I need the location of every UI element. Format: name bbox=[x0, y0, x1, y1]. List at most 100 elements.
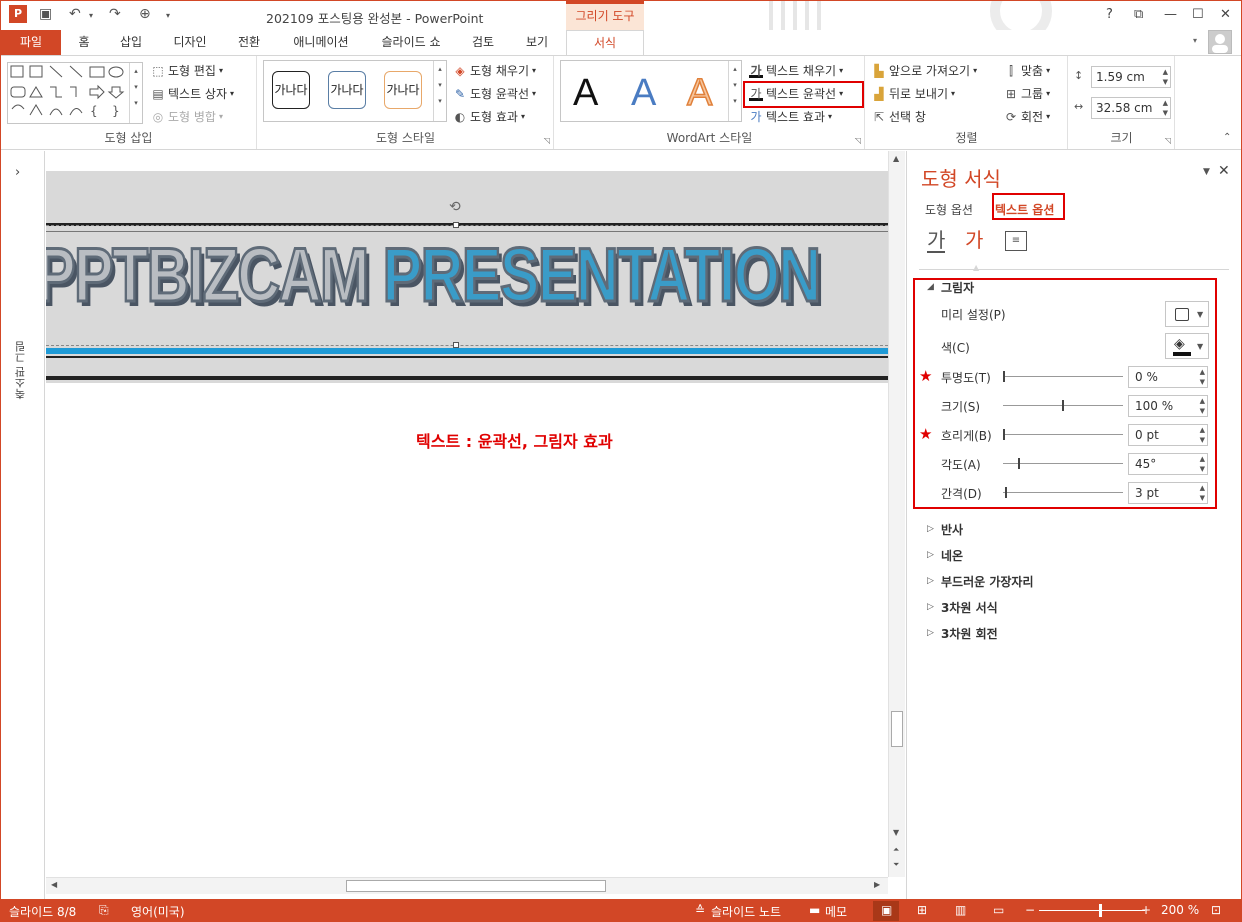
text-effects-button[interactable]: 가 텍스트 효과 ▾ bbox=[749, 108, 832, 125]
transparency-input[interactable]: 0 % ▲ ▼ bbox=[1128, 366, 1208, 388]
tab-insert[interactable]: 삽입 bbox=[111, 30, 151, 55]
size-input[interactable]: 100 % ▲ ▼ bbox=[1128, 395, 1208, 417]
reflection-section-header[interactable]: 반사 bbox=[941, 521, 963, 538]
comments-button[interactable]: 메모 bbox=[825, 903, 847, 920]
resize-handle[interactable] bbox=[453, 222, 459, 228]
comments-icon[interactable]: ▬ bbox=[809, 903, 820, 917]
thumbnail-pane-collapsed[interactable]: › 축소판 그림 bbox=[1, 151, 45, 899]
spell-check-icon[interactable]: ⎘ bbox=[99, 903, 109, 918]
pane-close-icon[interactable]: ✕ bbox=[1218, 163, 1230, 179]
wordart-styles-gallery[interactable]: A A A ▴ ▾ ▾ bbox=[560, 60, 742, 122]
spin-arrows-icon[interactable]: ▲ ▼ bbox=[1200, 396, 1205, 416]
scroll-thumb[interactable] bbox=[346, 880, 606, 892]
collapse-ribbon-icon[interactable]: ⌃ bbox=[1223, 132, 1231, 143]
wordart-styles-scroll[interactable]: ▴ ▾ ▾ bbox=[728, 61, 741, 121]
slider-knob[interactable] bbox=[1003, 429, 1005, 440]
text-effects-icon[interactable]: 가 bbox=[965, 229, 983, 251]
tab-home[interactable]: 홈 bbox=[69, 30, 99, 55]
align-button[interactable]: ⫿ 맞춤 ▾ bbox=[1004, 62, 1050, 79]
notes-button[interactable]: 슬라이드 노트 bbox=[711, 903, 781, 920]
rotate-button[interactable]: ⟳ 회전 ▾ bbox=[1004, 108, 1050, 125]
shadow-color-dropdown[interactable]: ◈ ▼ bbox=[1165, 333, 1209, 359]
zoom-slider[interactable] bbox=[1039, 910, 1145, 911]
language-indicator[interactable]: 영어(미국) bbox=[131, 903, 185, 920]
horizontal-scrollbar[interactable]: ◀ ▶ bbox=[46, 877, 888, 894]
bring-forward-button[interactable]: ▙ 앞으로 가져오기 ▾ bbox=[872, 62, 977, 79]
zoom-in-icon[interactable]: + bbox=[1141, 903, 1151, 917]
group-button[interactable]: ⊞ 그룹 ▾ bbox=[1004, 85, 1050, 102]
spin-arrows-icon[interactable]: ▲ ▼ bbox=[1200, 483, 1205, 503]
expand-triangle-icon[interactable]: ▷ bbox=[927, 550, 934, 560]
resize-handle[interactable] bbox=[453, 342, 459, 348]
transparency-slider[interactable] bbox=[1003, 371, 1123, 382]
slider-knob[interactable] bbox=[1062, 400, 1064, 411]
ribbon-display-options-icon[interactable]: ⧉ bbox=[1134, 7, 1143, 22]
tab-format[interactable]: 서식 bbox=[566, 30, 644, 55]
glow-section-header[interactable]: 네온 bbox=[941, 547, 963, 564]
shapes-gallery[interactable]: {} ▴ ▾ ▾ bbox=[7, 62, 143, 124]
start-slideshow-icon[interactable]: ⊕ bbox=[139, 6, 151, 22]
spin-arrows-icon[interactable]: ▲ ▼ bbox=[1200, 454, 1205, 474]
customize-qat-icon[interactable]: ▾ bbox=[166, 11, 170, 20]
undo-icon[interactable]: ↶ bbox=[69, 6, 81, 22]
collapse-triangle-icon[interactable]: ◢ bbox=[927, 282, 934, 292]
shape-style-sample[interactable]: 가나다 bbox=[384, 71, 422, 109]
slideshow-view-icon[interactable]: ▭ bbox=[993, 903, 1004, 917]
wordart-sample-black[interactable]: A bbox=[573, 73, 598, 113]
dialog-launcher-icon[interactable]: ◹ bbox=[1165, 136, 1171, 145]
zoom-out-icon[interactable]: − bbox=[1025, 903, 1035, 917]
tab-slideshow[interactable]: 슬라이드 쇼 bbox=[371, 30, 451, 55]
text-fill-button[interactable]: 가 텍스트 채우기 ▾ bbox=[749, 62, 843, 79]
shape-styles-gallery[interactable]: 가나다 가나다 가나다 ▴ ▾ ▾ bbox=[263, 60, 447, 122]
save-icon[interactable]: ▣ bbox=[39, 6, 52, 22]
slide-sorter-icon[interactable]: ⊞ bbox=[917, 903, 927, 917]
scroll-thumb[interactable] bbox=[891, 711, 903, 747]
account-dropdown-icon[interactable]: ▾ bbox=[1193, 36, 1197, 45]
3d-rotation-section-header[interactable]: 3차원 회전 bbox=[941, 625, 998, 642]
notes-icon[interactable]: ≙ bbox=[695, 903, 705, 917]
scroll-right-icon[interactable]: ▶ bbox=[874, 880, 880, 889]
maximize-icon[interactable]: ☐ bbox=[1192, 7, 1204, 22]
text-box-button[interactable]: ▤ 텍스트 상자 ▾ bbox=[151, 85, 234, 102]
spin-arrows-icon[interactable]: ▲ ▼ bbox=[1163, 67, 1168, 87]
spin-arrows-icon[interactable]: ▲ ▼ bbox=[1163, 98, 1168, 118]
dialog-launcher-icon[interactable]: ◹ bbox=[544, 136, 550, 145]
wordart-sample-blue[interactable]: A bbox=[631, 73, 656, 113]
pane-options-icon[interactable]: ▼ bbox=[1203, 167, 1210, 177]
close-icon[interactable]: ✕ bbox=[1220, 7, 1231, 22]
send-backward-button[interactable]: ▟ 뒤로 보내기 ▾ bbox=[872, 85, 955, 102]
wordart-sample-orange[interactable]: A bbox=[686, 72, 713, 114]
shape-effects-button[interactable]: ◐ 도형 효과 ▾ bbox=[453, 108, 525, 125]
distance-input[interactable]: 3 pt ▲ ▼ bbox=[1128, 482, 1208, 504]
shadow-preset-dropdown[interactable]: ▼ bbox=[1165, 301, 1209, 327]
shape-fill-button[interactable]: ◈ 도형 채우기 ▾ bbox=[453, 62, 536, 79]
distance-slider[interactable] bbox=[1003, 487, 1123, 498]
rotate-handle-icon[interactable]: ⟲ bbox=[449, 199, 461, 215]
redo-icon[interactable]: ↷ bbox=[109, 6, 121, 22]
zoom-level[interactable]: 200 % bbox=[1161, 903, 1199, 917]
size-slider[interactable] bbox=[1003, 400, 1123, 411]
shape-style-sample[interactable]: 가나다 bbox=[272, 71, 310, 109]
scroll-left-icon[interactable]: ◀ bbox=[51, 880, 57, 889]
tab-view[interactable]: 보기 bbox=[515, 30, 559, 55]
avatar[interactable] bbox=[1208, 30, 1232, 54]
3d-format-section-header[interactable]: 3차원 서식 bbox=[941, 599, 998, 616]
blur-input[interactable]: 0 pt ▲ ▼ bbox=[1128, 424, 1208, 446]
shapes-gallery-scroll[interactable]: ▴ ▾ ▾ bbox=[129, 63, 142, 123]
expand-triangle-icon[interactable]: ▷ bbox=[927, 628, 934, 638]
tab-review[interactable]: 검토 bbox=[463, 30, 503, 55]
spin-arrows-icon[interactable]: ▲ ▼ bbox=[1200, 367, 1205, 387]
slide-canvas[interactable]: ⟲ PPTBIZCAM PRESENTATION 텍스트 : 윤곽선, 그림자 … bbox=[46, 151, 888, 877]
shape-width-input[interactable]: 32.58 cm ▲ ▼ bbox=[1091, 97, 1171, 119]
shape-outline-button[interactable]: ✎ 도형 윤곽선 ▾ bbox=[453, 85, 536, 102]
text-fill-outline-icon[interactable]: 가 bbox=[927, 229, 946, 253]
previous-slide-icon[interactable]: ⏶ bbox=[893, 845, 899, 855]
soft-edges-section-header[interactable]: 부드러운 가장자리 bbox=[941, 573, 1034, 590]
expand-triangle-icon[interactable]: ▷ bbox=[927, 524, 934, 534]
expand-triangle-icon[interactable]: ▷ bbox=[927, 576, 934, 586]
reading-view-icon[interactable]: ▥ bbox=[955, 903, 966, 917]
slider-knob[interactable] bbox=[1018, 458, 1020, 469]
tab-file[interactable]: 파일 bbox=[1, 30, 61, 55]
text-box-icon[interactable]: ≡ bbox=[1005, 231, 1027, 251]
expand-chevron-icon[interactable]: › bbox=[15, 165, 20, 180]
